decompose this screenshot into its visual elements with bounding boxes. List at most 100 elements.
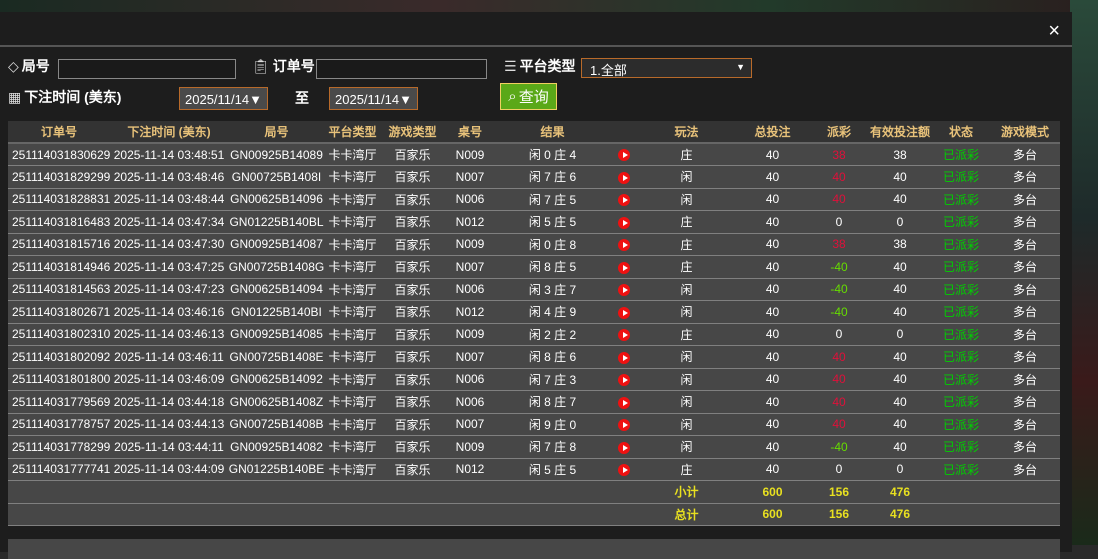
replay-cell[interactable] (610, 413, 638, 436)
play-video-icon[interactable] (618, 396, 630, 409)
order-id: 251114031778757 (8, 413, 110, 436)
play-video-icon[interactable] (618, 171, 630, 184)
order-id: 251114031830629 (8, 143, 110, 166)
replay-cell[interactable] (610, 188, 638, 211)
play-video-icon[interactable] (618, 216, 630, 229)
play-type: 庄 (638, 323, 735, 346)
table-row[interactable]: 251114031830629 2025-11-14 03:48:51 GN0092… (8, 143, 1060, 166)
payout: 40 (810, 413, 868, 436)
table-row[interactable]: 251114031777741 2025-11-14 03:44:09 GN0122… (8, 458, 1060, 481)
total-bet: 40 (735, 165, 810, 189)
round-id: GN00625B14094 (228, 278, 325, 301)
table-row[interactable]: 251114031815716 2025-11-14 03:47:30 GN0092… (8, 233, 1060, 256)
valid-bet: 40 (868, 300, 932, 324)
date-from-picker[interactable]: 2025/11/14▼ (179, 87, 268, 110)
column-header: 桌号 (445, 121, 495, 144)
replay-cell[interactable] (610, 435, 638, 459)
game-type: 百家乐 (380, 233, 445, 256)
bet-time: 2025-11-14 03:47:23 (110, 278, 228, 301)
round-id: GN00625B1408Z (228, 390, 325, 414)
table-no: N007 (445, 413, 495, 436)
replay-cell[interactable] (610, 458, 638, 481)
platform: 卡卡湾厅 (325, 323, 380, 346)
close-button[interactable]: × (1048, 20, 1060, 43)
table-no: N006 (445, 390, 495, 414)
play-video-icon[interactable] (618, 329, 630, 342)
status: 已派彩 (932, 368, 990, 391)
play-video-icon[interactable] (618, 374, 630, 387)
table-row[interactable]: 251114031828831 2025-11-14 03:48:44 GN0062… (8, 188, 1060, 211)
replay-cell[interactable] (610, 368, 638, 391)
search-button[interactable]: ⌕ 查询 (500, 83, 557, 110)
game-type: 百家乐 (380, 143, 445, 166)
total-row: 总计 600 156 476 (8, 503, 1060, 526)
table-row[interactable]: 251114031779569 2025-11-14 03:44:18 GN0062… (8, 390, 1060, 414)
table-row[interactable]: 251114031829299 2025-11-14 03:48:46 GN0072… (8, 165, 1060, 189)
play-type: 闲 (638, 165, 735, 189)
replay-cell[interactable] (610, 323, 638, 346)
order-id: 251114031816483 (8, 210, 110, 234)
valid-bet: 40 (868, 368, 932, 391)
replay-cell[interactable] (610, 233, 638, 256)
subtotal-payout: 156 (810, 480, 868, 504)
play-video-icon[interactable] (618, 351, 630, 364)
play-video-icon[interactable] (618, 284, 630, 297)
play-video-icon[interactable] (618, 441, 630, 454)
platform-select[interactable]: 1.全部 ▼ (581, 58, 752, 78)
table-row[interactable]: 251114031814946 2025-11-14 03:47:25 GN0072… (8, 255, 1060, 279)
total-bet: 40 (735, 458, 810, 481)
table-row[interactable]: 251114031801800 2025-11-14 03:46:09 GN0062… (8, 368, 1060, 391)
play-video-icon[interactable] (618, 464, 630, 477)
table-row[interactable]: 251114031816483 2025-11-14 03:47:34 GN0122… (8, 210, 1060, 234)
status: 已派彩 (932, 210, 990, 234)
replay-cell[interactable] (610, 278, 638, 301)
table-row[interactable]: 251114031814563 2025-11-14 03:47:23 GN0062… (8, 278, 1060, 301)
game-mode: 多台 (990, 210, 1060, 234)
play-video-icon[interactable] (618, 149, 630, 162)
table-row[interactable]: 251114031802092 2025-11-14 03:46:11 GN0072… (8, 345, 1060, 369)
column-header: 玩法 (638, 121, 735, 144)
round-label-text: 局号 (21, 58, 50, 74)
play-video-icon[interactable] (618, 419, 630, 432)
game-mode: 多台 (990, 435, 1060, 459)
play-video-icon[interactable] (618, 239, 630, 252)
replay-cell[interactable] (610, 165, 638, 189)
replay-cell[interactable] (610, 345, 638, 369)
replay-cell[interactable] (610, 210, 638, 234)
play-video-icon[interactable] (618, 194, 630, 207)
total-bet: 40 (735, 368, 810, 391)
game-type: 百家乐 (380, 165, 445, 189)
table-row[interactable]: 251114031802310 2025-11-14 03:46:13 GN0092… (8, 323, 1060, 346)
order-id: 251114031801800 (8, 368, 110, 391)
valid-bet: 40 (868, 278, 932, 301)
replay-cell[interactable] (610, 255, 638, 279)
game-mode: 多台 (990, 233, 1060, 256)
order-id: 251114031815716 (8, 233, 110, 256)
valid-bet: 40 (868, 188, 932, 211)
time-label-text: 下注时间 (美东) (24, 89, 122, 105)
valid-bet: 40 (868, 413, 932, 436)
replay-cell[interactable] (610, 143, 638, 166)
payout: 0 (810, 210, 868, 234)
order-input[interactable] (316, 59, 487, 79)
total-bet: 40 (735, 345, 810, 369)
platform: 卡卡湾厅 (325, 233, 380, 256)
valid-bet: 40 (868, 345, 932, 369)
date-to-picker[interactable]: 2025/11/14▼ (329, 87, 418, 110)
round-input[interactable] (58, 59, 236, 79)
result: 闲 3 庄 7 (495, 278, 610, 301)
bet-time: 2025-11-14 03:48:44 (110, 188, 228, 211)
table-row[interactable]: 251114031778299 2025-11-14 03:44:11 GN0092… (8, 435, 1060, 459)
table-row[interactable]: 251114031778757 2025-11-14 03:44:13 GN0072… (8, 413, 1060, 436)
table-row[interactable]: 251114031802671 2025-11-14 03:46:16 GN0122… (8, 300, 1060, 324)
valid-bet: 0 (868, 323, 932, 346)
total-bet: 40 (735, 188, 810, 211)
status: 已派彩 (932, 188, 990, 211)
play-type: 闲 (638, 413, 735, 436)
play-video-icon[interactable] (618, 306, 630, 319)
result: 闲 0 庄 4 (495, 143, 610, 166)
play-video-icon[interactable] (618, 261, 630, 274)
replay-cell[interactable] (610, 390, 638, 414)
replay-cell[interactable] (610, 300, 638, 324)
platform: 卡卡湾厅 (325, 300, 380, 324)
